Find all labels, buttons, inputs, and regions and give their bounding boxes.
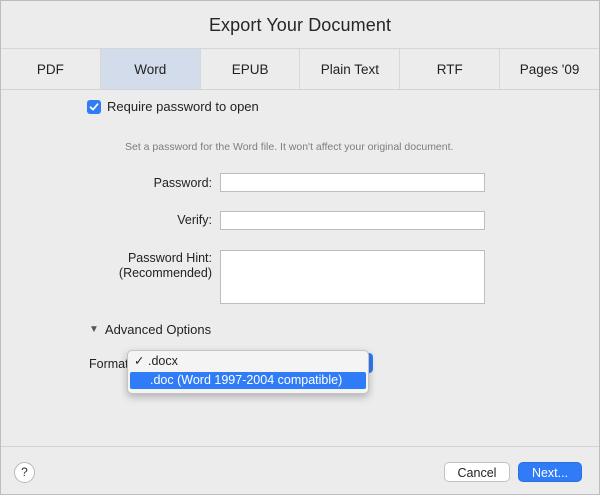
verify-label: Verify: xyxy=(177,213,212,227)
format-option-label: .docx xyxy=(148,354,178,368)
format-dropdown-menu: ✓ .docx .doc (Word 1997-2004 compatible) xyxy=(127,350,369,394)
tab-pages-09[interactable]: Pages '09 xyxy=(500,49,599,89)
export-dialog: Export Your Document PDF Word EPUB Plain… xyxy=(0,0,600,495)
password-hint-label-line1: Password Hint: xyxy=(127,251,212,265)
tab-epub[interactable]: EPUB xyxy=(201,49,301,89)
footer-divider xyxy=(1,446,599,447)
help-button[interactable]: ? xyxy=(14,462,35,483)
next-button[interactable]: Next... xyxy=(518,462,582,482)
format-option-label: .doc (Word 1997-2004 compatible) xyxy=(150,373,343,387)
password-hint-field[interactable] xyxy=(220,250,485,304)
checkmark-icon: ✓ xyxy=(134,354,145,368)
format-label: Format xyxy=(89,357,129,371)
require-password-label: Require password to open xyxy=(107,99,259,114)
verify-field[interactable] xyxy=(220,211,485,230)
advanced-options-label: Advanced Options xyxy=(104,322,212,337)
checkmark-icon xyxy=(89,102,99,110)
password-field[interactable] xyxy=(220,173,485,192)
password-hint-label-line2: (Recommended) xyxy=(118,266,212,280)
require-password-row[interactable]: Require password to open xyxy=(87,99,259,114)
password-hint-label: Password Hint: (Recommended) xyxy=(101,251,212,281)
tab-plain-text[interactable]: Plain Text xyxy=(300,49,401,89)
require-password-checkbox[interactable] xyxy=(87,99,101,114)
tab-rtf[interactable]: RTF xyxy=(400,49,501,89)
advanced-options-toggle[interactable]: ▼ Advanced Options xyxy=(89,322,211,337)
dialog-title: Export Your Document xyxy=(208,15,392,35)
cancel-button[interactable]: Cancel xyxy=(444,462,510,482)
password-info-text: Set a password for the Word file. It won… xyxy=(125,141,454,153)
format-option-doc[interactable]: .doc (Word 1997-2004 compatible) xyxy=(130,372,366,389)
format-tabs: PDF Word EPUB Plain Text RTF Pages '09 xyxy=(1,48,599,90)
format-option-docx[interactable]: ✓ .docx xyxy=(128,353,368,370)
password-label: Password: xyxy=(153,176,212,190)
word-export-panel: Require password to open Set a password … xyxy=(1,89,599,494)
tab-pdf[interactable]: PDF xyxy=(1,49,101,89)
tab-word[interactable]: Word xyxy=(100,49,201,89)
disclosure-triangle-icon[interactable]: ▼ xyxy=(89,324,99,335)
